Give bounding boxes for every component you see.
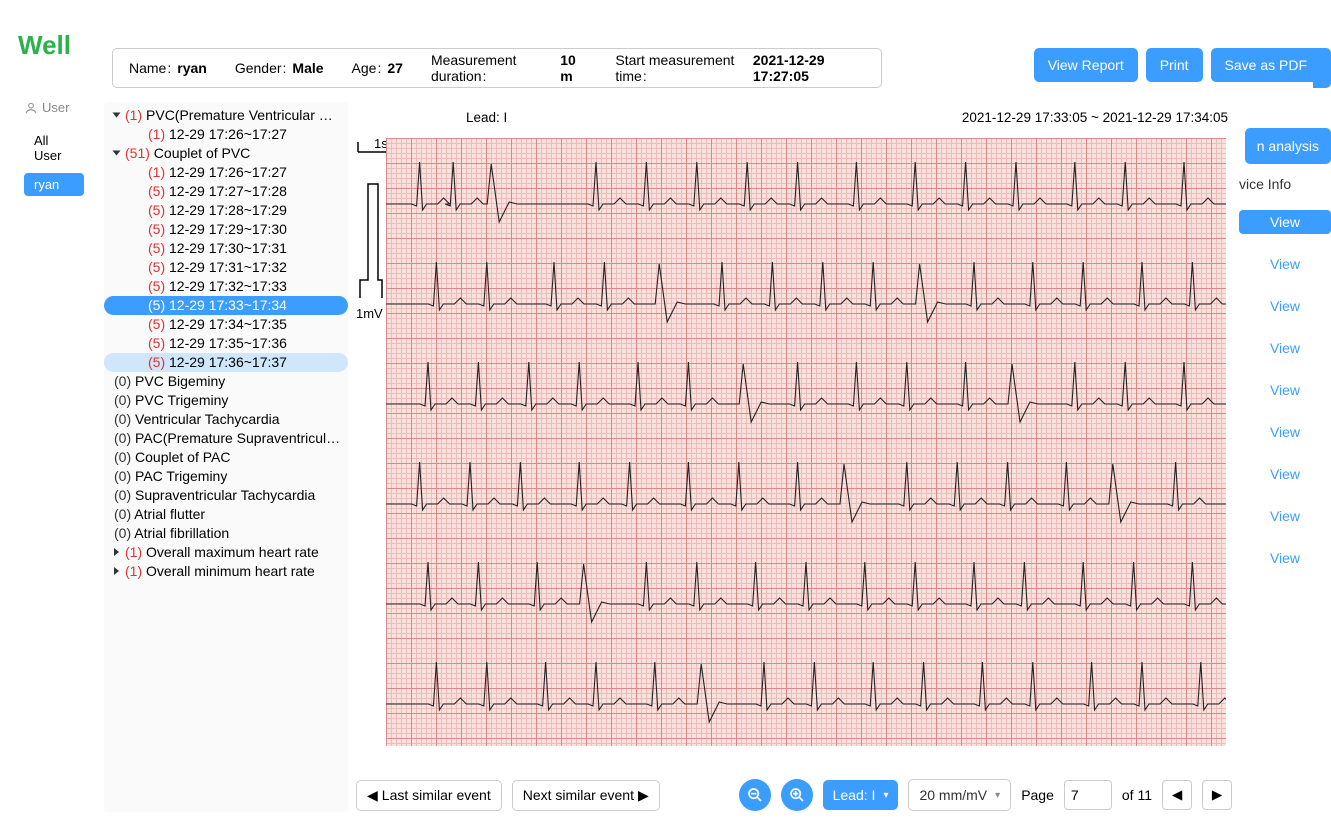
duration-value: 10 m bbox=[560, 52, 587, 84]
ecg-viewer: Lead: I 2021-12-29 17:33:05 ~ 2021-12-29… bbox=[356, 102, 1232, 762]
tree-node[interactable]: (0) PAC(Premature Supraventricular … bbox=[104, 429, 348, 448]
caret-icon bbox=[113, 151, 121, 156]
tree-node[interactable]: (0) PAC Trigeminy bbox=[104, 467, 348, 486]
zoom-out-icon bbox=[747, 787, 763, 803]
chevron-right-icon: ▶ bbox=[638, 787, 649, 804]
patient-info-bar: Name ryan Gender Male Age 27 Measurement… bbox=[112, 48, 882, 88]
tree-node[interactable]: (1) PVC(Premature Ventricular Contr… bbox=[104, 106, 348, 125]
tree-node[interactable]: (0) PVC Bigeminy bbox=[104, 372, 348, 391]
sidebar-item[interactable]: ryan bbox=[24, 173, 84, 196]
view-link[interactable]: View bbox=[1239, 420, 1331, 444]
zoom-out-button[interactable] bbox=[739, 779, 771, 811]
lead-select[interactable]: Lead: I ▾ bbox=[823, 780, 899, 810]
tree-node[interactable]: (51) Couplet of PVC bbox=[104, 144, 348, 163]
age-value: 27 bbox=[387, 60, 403, 76]
duration-label: Measurement duration bbox=[431, 52, 554, 84]
tree-node[interactable]: (1) Overall minimum heart rate bbox=[104, 562, 348, 581]
ecg-strip bbox=[386, 554, 1226, 624]
chevron-left-icon: ◀ bbox=[1172, 787, 1182, 803]
page-total: of 11 bbox=[1122, 787, 1152, 803]
zoom-in-button[interactable] bbox=[781, 779, 813, 811]
gender-value: Male bbox=[292, 60, 323, 76]
start-value: 2021-12-29 17:27:05 bbox=[753, 52, 865, 84]
device-header: vice Info bbox=[1239, 176, 1331, 192]
page-prev-button[interactable]: ◀ bbox=[1162, 780, 1192, 810]
tree-node[interactable]: (0) Atrial flutter bbox=[104, 505, 348, 524]
tree-node[interactable]: (0) Ventricular Tachycardia bbox=[104, 410, 348, 429]
user-sidebar: User All User ryan bbox=[24, 100, 84, 202]
tree-node[interactable]: (5) 12-29 17:34~17:35 bbox=[104, 315, 348, 334]
tree-node[interactable]: (5) 12-29 17:30~17:31 bbox=[104, 239, 348, 258]
next-event-button[interactable]: Next similar event ▶ bbox=[512, 780, 660, 811]
view-link[interactable]: View bbox=[1239, 378, 1331, 402]
ecg-strip bbox=[386, 354, 1226, 424]
chevron-right-icon: ▶ bbox=[1212, 787, 1222, 803]
timerange-label: 2021-12-29 17:33:05 ~ 2021-12-29 17:34:0… bbox=[962, 110, 1228, 125]
tree-node[interactable]: (0) Couplet of PAC bbox=[104, 448, 348, 467]
page-label: Page bbox=[1021, 787, 1054, 803]
save-pdf-button[interactable]: Save as PDF bbox=[1211, 48, 1321, 82]
view-report-button[interactable]: View Report bbox=[1034, 48, 1138, 82]
ecg-strip bbox=[386, 454, 1226, 524]
view-link[interactable]: View bbox=[1239, 462, 1331, 486]
device-info-panel: vice Info View View View View View View View Vi… bbox=[1239, 176, 1331, 588]
view-link[interactable]: View bbox=[1239, 336, 1331, 360]
lead-label: Lead: I bbox=[466, 110, 507, 125]
chevron-down-icon: ▾ bbox=[995, 790, 1000, 801]
caret-icon bbox=[114, 548, 119, 556]
tree-node[interactable]: (5) 12-29 17:28~17:29 bbox=[104, 201, 348, 220]
gender-label: Gender bbox=[235, 60, 287, 76]
name-value: ryan bbox=[177, 60, 207, 76]
tree-node[interactable]: (5) 12-29 17:31~17:32 bbox=[104, 258, 348, 277]
caret-icon bbox=[114, 567, 119, 575]
tree-node[interactable]: (1) Overall maximum heart rate bbox=[104, 543, 348, 562]
tree-node[interactable]: (5) 12-29 17:33~17:34 bbox=[104, 296, 348, 315]
page-next-button[interactable]: ▶ bbox=[1202, 780, 1232, 810]
name-label: Name bbox=[129, 60, 171, 76]
view-link[interactable]: View bbox=[1239, 504, 1331, 528]
view-link[interactable]: View bbox=[1239, 210, 1331, 234]
tree-node[interactable]: (5) 12-29 17:35~17:36 bbox=[104, 334, 348, 353]
tree-node[interactable]: (0) Supraventricular Tachycardia bbox=[104, 486, 348, 505]
prev-event-button[interactable]: ◀ Last similar event bbox=[356, 780, 502, 811]
report-modal: Name ryan Gender Male Age 27 Measurement… bbox=[100, 0, 1331, 829]
age-label: Age bbox=[352, 60, 382, 76]
ecg-strip bbox=[386, 654, 1226, 724]
event-tree: (1) PVC(Premature Ventricular Contr…(1) … bbox=[104, 102, 348, 812]
tree-node[interactable]: (5) 12-29 17:29~17:30 bbox=[104, 220, 348, 239]
tree-node[interactable]: (0) Atrial fibrillation bbox=[104, 524, 348, 543]
chevron-left-icon: ◀ bbox=[367, 787, 378, 804]
view-link[interactable]: View bbox=[1239, 252, 1331, 276]
gain-select[interactable]: 20 mm/mV ▾ bbox=[908, 779, 1011, 811]
tree-node[interactable]: (5) 12-29 17:36~17:37 bbox=[104, 353, 348, 372]
tree-node[interactable]: (0) PVC Trigeminy bbox=[104, 391, 348, 410]
tree-node[interactable]: (5) 12-29 17:27~17:28 bbox=[104, 182, 348, 201]
tree-node[interactable]: (5) 12-29 17:32~17:33 bbox=[104, 277, 348, 296]
top-action-buttons: View Report Print Save as PDF bbox=[1034, 48, 1321, 82]
print-button[interactable]: Print bbox=[1146, 48, 1203, 82]
user-header: User bbox=[24, 100, 84, 115]
chevron-down-icon: ▾ bbox=[883, 790, 888, 801]
calibration-pulse bbox=[358, 180, 384, 305]
zoom-in-icon bbox=[789, 787, 805, 803]
page-input[interactable] bbox=[1064, 780, 1112, 810]
view-link[interactable]: View bbox=[1239, 294, 1331, 318]
tree-node[interactable]: (1) 12-29 17:26~17:27 bbox=[104, 125, 348, 144]
start-label: Start measurement time bbox=[615, 52, 747, 84]
ecg-strip bbox=[386, 254, 1226, 324]
sidebar-item[interactable]: All User bbox=[24, 129, 84, 167]
mv-label: 1mV bbox=[356, 306, 383, 321]
ecg-strip bbox=[386, 154, 1226, 224]
partial-button[interactable] bbox=[1313, 48, 1331, 88]
caret-icon bbox=[113, 113, 121, 118]
tree-node[interactable]: (1) 12-29 17:26~17:27 bbox=[104, 163, 348, 182]
footer-controls: ◀ Last similar event Next similar event … bbox=[356, 779, 1232, 811]
app-logo: Well bbox=[18, 30, 71, 61]
analysis-button[interactable]: n analysis bbox=[1245, 128, 1331, 164]
view-link[interactable]: View bbox=[1239, 546, 1331, 570]
